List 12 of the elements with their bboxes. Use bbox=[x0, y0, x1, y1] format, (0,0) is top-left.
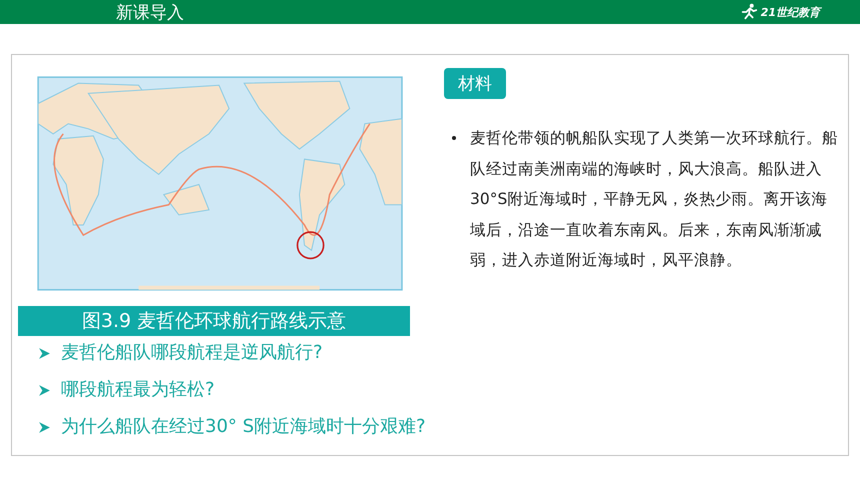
material-paragraph: 麦哲伦带领的帆船队实现了人类第一次环球航行。船队经过南美洲南端的海峡时，风大浪高。船队进入30°S附近海域时，平静无风，炎热少雨。离开该海域后，沿途一直吹着东南风。后来，东南风渐渐减弱，进入赤道附近海域时，风平浪静。 bbox=[470, 128, 839, 271]
section-title: 新课导入 bbox=[116, 2, 184, 24]
question-text: 为什么船队在经过30° S附近海域时十分艰难? bbox=[61, 415, 426, 439]
question-text: 麦哲伦船队哪段航程是逆风航行? bbox=[61, 341, 323, 365]
question-text: 哪段航程最为轻松? bbox=[61, 378, 215, 402]
figure-caption: 图3.9 麦哲伦环球航行路线示意 bbox=[18, 306, 410, 336]
arrowhead-bullet-icon bbox=[38, 384, 51, 396]
arrowhead-bullet-icon bbox=[38, 346, 51, 360]
arrowhead-bullet-icon bbox=[38, 420, 51, 434]
bullet-icon bbox=[452, 136, 456, 140]
material-label: 材料 bbox=[444, 68, 506, 99]
logo-text: 21世纪教育 bbox=[760, 4, 820, 20]
